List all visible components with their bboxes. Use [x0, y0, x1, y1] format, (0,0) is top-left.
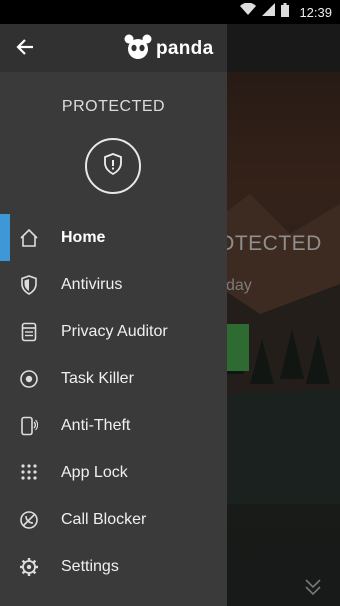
drawer-header: panda	[0, 24, 227, 72]
menu-item-label: Anti-Theft	[61, 416, 131, 434]
menu-item-privacy-auditor[interactable]: Privacy Auditor	[0, 308, 227, 355]
logo-text: panda	[156, 38, 214, 59]
active-indicator	[0, 214, 10, 261]
menu-item-label: Call Blocker	[61, 510, 147, 528]
privacy-icon	[18, 321, 40, 343]
task-killer-icon	[18, 368, 40, 390]
menu-item-label: Privacy Auditor	[61, 322, 168, 340]
shield-icon	[103, 152, 123, 180]
app-lock-icon	[18, 462, 40, 484]
menu-item-label: App Lock	[61, 463, 128, 481]
background-green-button	[226, 324, 249, 371]
panda-logo-icon	[124, 34, 152, 65]
menu-item-label: Task Killer	[61, 369, 134, 387]
call-blocker-icon	[18, 509, 40, 531]
status-bar: 12:39	[0, 0, 340, 24]
chevron-down-icon	[302, 576, 324, 598]
menu-item-home[interactable]: Home	[0, 214, 227, 261]
protection-status-label: PROTECTED	[61, 98, 166, 115]
gear-icon	[18, 556, 40, 578]
background-subtext: day	[226, 277, 252, 294]
menu-item-label: Home	[61, 228, 106, 246]
shield-icon	[18, 274, 40, 296]
protection-status-badge	[85, 138, 141, 194]
menu-item-label: Antivirus	[61, 275, 123, 293]
home-icon	[18, 227, 40, 249]
background-status-text: OTECTED	[218, 232, 322, 255]
navigation-drawer: panda PROTECTED Home Antivirus Privacy A…	[0, 24, 227, 606]
menu-item-settings[interactable]: Settings	[0, 543, 227, 590]
menu-item-task-killer[interactable]: Task Killer	[0, 355, 227, 402]
back-arrow-icon	[16, 38, 34, 61]
anti-theft-icon	[18, 415, 40, 437]
wifi-icon	[240, 2, 257, 21]
menu-item-anti-theft[interactable]: Anti-Theft	[0, 402, 227, 449]
menu-item-antivirus[interactable]: Antivirus	[0, 261, 227, 308]
panda-logo: panda	[124, 34, 214, 65]
menu-item-call-blocker[interactable]: Call Blocker	[0, 496, 227, 543]
signal-icon	[262, 3, 276, 21]
menu-item-label: Settings	[61, 557, 119, 575]
back-button[interactable]	[12, 36, 38, 62]
menu-item-app-lock[interactable]: App Lock	[0, 449, 227, 496]
battery-icon	[281, 2, 290, 22]
status-time: 12:39	[299, 4, 332, 20]
